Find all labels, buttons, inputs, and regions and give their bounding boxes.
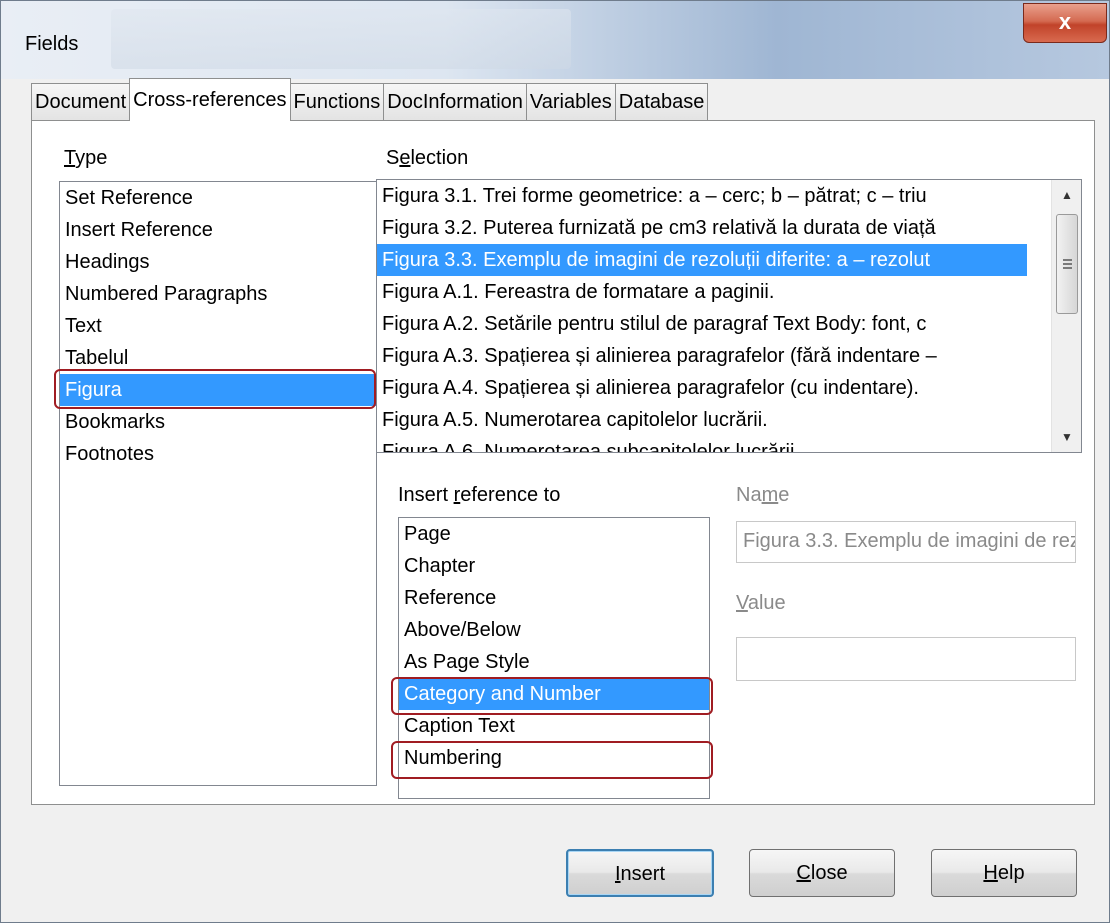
selection-item[interactable]: Figura A.5. Numerotarea capitolelor lucr… <box>377 404 1081 436</box>
ref-item-above-below[interactable]: Above/Below <box>399 614 709 646</box>
category-highlight-frame <box>391 677 713 715</box>
type-label: Type <box>64 147 108 169</box>
selection-item[interactable]: Figura 3.2. Puterea furnizată pe cm3 rel… <box>377 212 1081 244</box>
type-item-text[interactable]: Text <box>60 310 376 342</box>
ref-item-page[interactable]: Page <box>399 518 709 550</box>
type-item-headings[interactable]: Headings <box>60 246 376 278</box>
scrollbar-thumb[interactable] <box>1056 214 1078 314</box>
close-window-button[interactable]: x <box>1023 3 1107 43</box>
type-item-bookmarks[interactable]: Bookmarks <box>60 406 376 438</box>
tab-functions[interactable]: Functions <box>289 83 385 121</box>
close-button[interactable]: Close <box>749 849 895 897</box>
numbering-highlight-frame <box>391 741 713 779</box>
cross-references-panel: Type Set Reference Insert Reference Head… <box>31 120 1095 805</box>
selection-item[interactable]: Figura A.2. Setările pentru stilul de pa… <box>377 308 1081 340</box>
background-window-ghost <box>111 9 571 69</box>
selection-item[interactable]: Figura A.6. Numerotarea subcapitolelor l… <box>377 436 1081 452</box>
insert-button[interactable]: Insert <box>566 849 714 897</box>
ref-item-as-page-style[interactable]: As Page Style <box>399 646 709 678</box>
name-field[interactable]: Figura 3.3. Exemplu de imagini de rezolu… <box>736 521 1076 563</box>
tab-docinformation[interactable]: DocInformation <box>383 83 527 121</box>
name-label: Name <box>736 484 790 506</box>
selection-item-selected[interactable]: Figura 3.3. Exemplu de imagini de rezolu… <box>377 244 1027 276</box>
grip-icon <box>1063 259 1072 269</box>
selection-item[interactable]: Figura A.3. Spațierea și alinierea parag… <box>377 340 1081 372</box>
figura-highlight-frame <box>54 369 376 409</box>
tab-bar: Document Cross-references Functions DocI… <box>31 78 709 121</box>
value-label: Value <box>736 592 786 614</box>
tab-document[interactable]: Document <box>31 83 131 121</box>
type-item-footnotes[interactable]: Footnotes <box>60 438 376 470</box>
scroll-up-icon[interactable]: ▲ <box>1052 180 1081 210</box>
tab-cross-references[interactable]: Cross-references <box>129 78 291 121</box>
selection-scrollbar[interactable]: ▲ ▼ <box>1051 180 1081 452</box>
type-item-numbered-paragraphs[interactable]: Numbered Paragraphs <box>60 278 376 310</box>
window-title: Fields <box>25 33 79 55</box>
scroll-down-icon[interactable]: ▼ <box>1052 422 1081 452</box>
selection-label: Selection <box>386 147 469 169</box>
selection-item[interactable]: Figura A.4. Spațierea și alinierea parag… <box>377 372 1081 404</box>
ref-item-chapter[interactable]: Chapter <box>399 550 709 582</box>
type-item-insert-reference[interactable]: Insert Reference <box>60 214 376 246</box>
insert-reference-to-label: Insert reference to <box>398 484 561 506</box>
type-list[interactable]: Set Reference Insert Reference Headings … <box>59 181 377 786</box>
close-icon: x <box>1058 9 1072 34</box>
tab-variables[interactable]: Variables <box>525 83 616 121</box>
help-button[interactable]: Help <box>931 849 1077 897</box>
selection-item[interactable]: Figura A.1. Fereastra de formatare a pag… <box>377 276 1081 308</box>
fields-dialog: Fields x Document Cross-references Funct… <box>0 0 1110 923</box>
selection-list[interactable]: Figura 3.1. Trei forme geometrice: a – c… <box>376 179 1082 453</box>
ref-item-reference[interactable]: Reference <box>399 582 709 614</box>
tab-database[interactable]: Database <box>614 83 709 121</box>
selection-item[interactable]: Figura 3.1. Trei forme geometrice: a – c… <box>377 180 1081 212</box>
type-item-set-reference[interactable]: Set Reference <box>60 182 376 214</box>
title-bar: Fields x <box>1 1 1109 79</box>
value-field[interactable] <box>736 637 1076 681</box>
